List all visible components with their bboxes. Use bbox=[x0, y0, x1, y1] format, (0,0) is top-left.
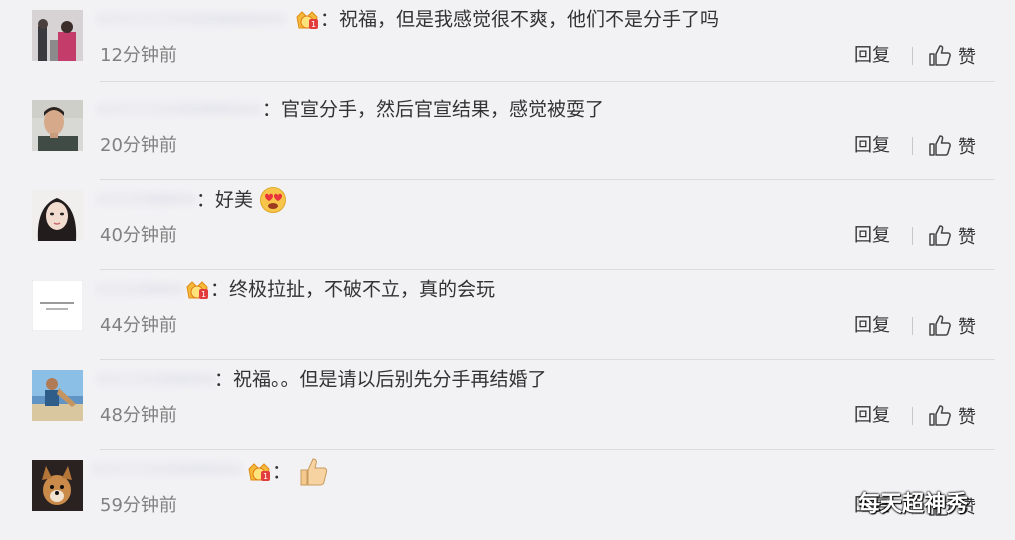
like-button[interactable]: 赞 bbox=[928, 222, 976, 250]
separator bbox=[912, 317, 913, 335]
thumbs-up-emoji-icon bbox=[297, 456, 329, 488]
timestamp: 48分钟前 bbox=[100, 405, 177, 426]
comment-text-line: 1 ：终极拉扯，不破不立，真的会玩 bbox=[184, 276, 495, 303]
thumbs-up-icon bbox=[929, 405, 951, 426]
divider bbox=[100, 81, 995, 82]
watermark: 每天超神秀 bbox=[858, 492, 969, 517]
thumbs-up-icon bbox=[929, 45, 951, 66]
svg-text:1: 1 bbox=[201, 290, 206, 299]
avatar[interactable] bbox=[32, 10, 83, 61]
like-label: 赞 bbox=[958, 137, 976, 158]
username-blurred[interactable] bbox=[96, 283, 184, 295]
comment-text: ：好美 bbox=[196, 189, 254, 211]
separator bbox=[912, 137, 913, 155]
username-blurred[interactable] bbox=[92, 463, 242, 475]
vip-crown-icon: 1 bbox=[184, 278, 210, 302]
thumbs-up-icon bbox=[929, 225, 951, 246]
comment-item: 1 ：终极拉扯，不破不立，真的会玩 44分钟前 回复 赞 bbox=[0, 270, 1015, 360]
reply-button[interactable]: 回复 bbox=[854, 134, 890, 158]
reply-button[interactable]: 回复 bbox=[854, 404, 890, 428]
comment-item: ：官宣分手，然后官宣结果，感觉被耍了 20分钟前 回复 赞 bbox=[0, 90, 1015, 180]
reply-button[interactable]: 回复 bbox=[854, 224, 890, 248]
comment-text: ：祝福。。但是请以后别先分手再结婚了 bbox=[214, 368, 547, 391]
avatar[interactable] bbox=[32, 460, 83, 511]
comment-item: ：好美 40分钟前 回复 赞 bbox=[0, 180, 1015, 270]
avatar[interactable] bbox=[32, 100, 83, 151]
comment-item: ：祝福。。但是请以后别先分手再结婚了 48分钟前 回复 赞 bbox=[0, 360, 1015, 450]
username-blurred[interactable] bbox=[96, 193, 196, 205]
comment-text: ：官宣分手，然后官宣结果，感觉被耍了 bbox=[262, 98, 605, 121]
thumbs-up-icon bbox=[929, 135, 951, 156]
like-button[interactable]: 赞 bbox=[928, 402, 976, 430]
username-blurred[interactable] bbox=[96, 13, 286, 25]
vip-crown-icon: 1 bbox=[294, 8, 320, 32]
timestamp: 12分钟前 bbox=[100, 45, 177, 66]
timestamp: 44分钟前 bbox=[100, 315, 177, 336]
like-button[interactable]: 赞 bbox=[928, 42, 976, 70]
comment-text-line: ：祝福。。但是请以后别先分手再结婚了 bbox=[214, 366, 547, 393]
reply-button[interactable]: 回复 bbox=[854, 44, 890, 68]
like-label: 赞 bbox=[958, 407, 976, 428]
comment-text-line: 1 ：祝福，但是我感觉很不爽，他们不是分手了吗 bbox=[294, 6, 719, 33]
heart-eyes-emoji-icon bbox=[259, 186, 287, 214]
comment-text: ：终极拉扯，不破不立，真的会玩 bbox=[210, 278, 496, 301]
vip-crown-icon: 1 bbox=[246, 460, 272, 484]
separator bbox=[912, 407, 913, 425]
comment-text-line: ：好美 bbox=[196, 186, 287, 214]
like-label: 赞 bbox=[958, 47, 976, 68]
username-blurred[interactable] bbox=[96, 373, 216, 385]
like-label: 赞 bbox=[958, 227, 976, 248]
comment-item: 1 ：祝福，但是我感觉很不爽，他们不是分手了吗 12分钟前 回复 赞 bbox=[0, 0, 1015, 90]
avatar[interactable] bbox=[32, 280, 83, 331]
comment-text: ：祝福，但是我感觉很不爽，他们不是分手了吗 bbox=[320, 8, 720, 31]
like-button[interactable]: 赞 bbox=[928, 312, 976, 340]
svg-text:1: 1 bbox=[311, 20, 316, 29]
svg-text:1: 1 bbox=[263, 472, 268, 481]
avatar[interactable] bbox=[32, 190, 83, 241]
separator bbox=[912, 47, 913, 65]
username-blurred[interactable] bbox=[96, 103, 261, 115]
like-button[interactable]: 赞 bbox=[928, 132, 976, 160]
timestamp: 20分钟前 bbox=[100, 135, 177, 156]
timestamp: 59分钟前 bbox=[100, 495, 177, 516]
avatar[interactable] bbox=[32, 370, 83, 421]
comment-text-line: ：官宣分手，然后官宣结果，感觉被耍了 bbox=[262, 96, 604, 123]
timestamp: 40分钟前 bbox=[100, 225, 177, 246]
comment-text: ： bbox=[272, 461, 292, 483]
thumbs-up-icon bbox=[929, 315, 951, 336]
like-label: 赞 bbox=[958, 317, 976, 338]
comment-text-line: 1 ： bbox=[246, 456, 329, 488]
separator bbox=[912, 227, 913, 245]
reply-button[interactable]: 回复 bbox=[854, 314, 890, 338]
